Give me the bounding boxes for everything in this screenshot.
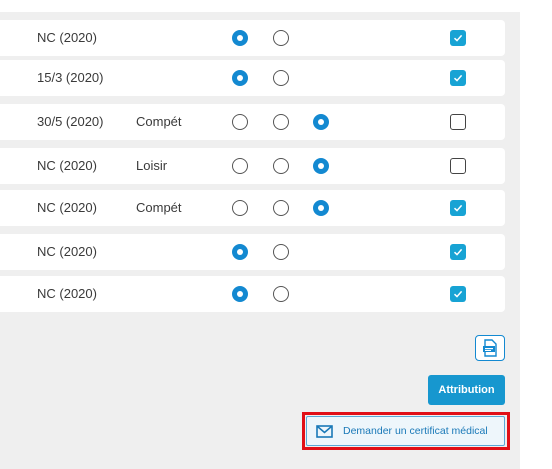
table-row: 15/3 (2020) — [0, 60, 505, 96]
row-radio-3[interactable] — [313, 158, 329, 174]
row-radio-1[interactable] — [232, 244, 248, 260]
row-radio-2[interactable] — [273, 158, 289, 174]
row-radio-1[interactable] — [232, 114, 248, 130]
row-checkbox[interactable] — [450, 70, 466, 86]
row-radio-1[interactable] — [232, 30, 248, 46]
row-date: NC (2020) — [37, 158, 97, 173]
table-row: NC (2020) — [0, 276, 505, 312]
row-date: NC (2020) — [37, 30, 97, 45]
row-radio-3[interactable] — [313, 114, 329, 130]
row-checkbox[interactable] — [450, 158, 466, 174]
row-date: NC (2020) — [37, 200, 97, 215]
row-radio-1[interactable] — [232, 286, 248, 302]
row-date: NC (2020) — [37, 286, 97, 301]
row-radio-1[interactable] — [232, 70, 248, 86]
checkmark-icon — [453, 74, 463, 82]
row-checkbox[interactable] — [450, 200, 466, 216]
envelope-icon — [316, 425, 333, 438]
row-checkbox[interactable] — [450, 30, 466, 46]
row-radio-2[interactable] — [273, 114, 289, 130]
checkmark-icon — [453, 204, 463, 212]
row-radio-1[interactable] — [232, 200, 248, 216]
row-radio-2[interactable] — [273, 286, 289, 302]
row-checkbox[interactable] — [450, 286, 466, 302]
row-radio-3[interactable] — [313, 200, 329, 216]
row-type: Compét — [136, 114, 182, 129]
row-type: Compét — [136, 200, 182, 215]
row-radio-2[interactable] — [273, 30, 289, 46]
row-radio-2[interactable] — [273, 244, 289, 260]
row-radio-1[interactable] — [232, 158, 248, 174]
table-row: 30/5 (2020) Compét — [0, 104, 505, 140]
checkmark-icon — [453, 34, 463, 42]
table-row: NC (2020) Loisir — [0, 148, 505, 184]
export-xlsx-button[interactable] — [475, 335, 505, 361]
row-type: Loisir — [136, 158, 168, 173]
attribution-button[interactable]: Attribution — [428, 375, 505, 405]
row-date: 15/3 (2020) — [37, 70, 104, 85]
table-row: NC (2020) Compét — [0, 190, 505, 226]
table-row: NC (2020) — [0, 234, 505, 270]
row-checkbox[interactable] — [450, 244, 466, 260]
request-medical-certificate-button[interactable]: Demander un certificat médical — [306, 416, 505, 446]
xlsx-export-icon — [483, 339, 497, 357]
row-date: 30/5 (2020) — [37, 114, 104, 129]
request-medical-certificate-label: Demander un certificat médical — [343, 425, 488, 437]
checkmark-icon — [453, 290, 463, 298]
row-checkbox[interactable] — [450, 114, 466, 130]
checkmark-icon — [453, 248, 463, 256]
row-radio-2[interactable] — [273, 200, 289, 216]
row-date: NC (2020) — [37, 244, 97, 259]
table-row: NC (2020) — [0, 20, 505, 56]
row-radio-2[interactable] — [273, 70, 289, 86]
